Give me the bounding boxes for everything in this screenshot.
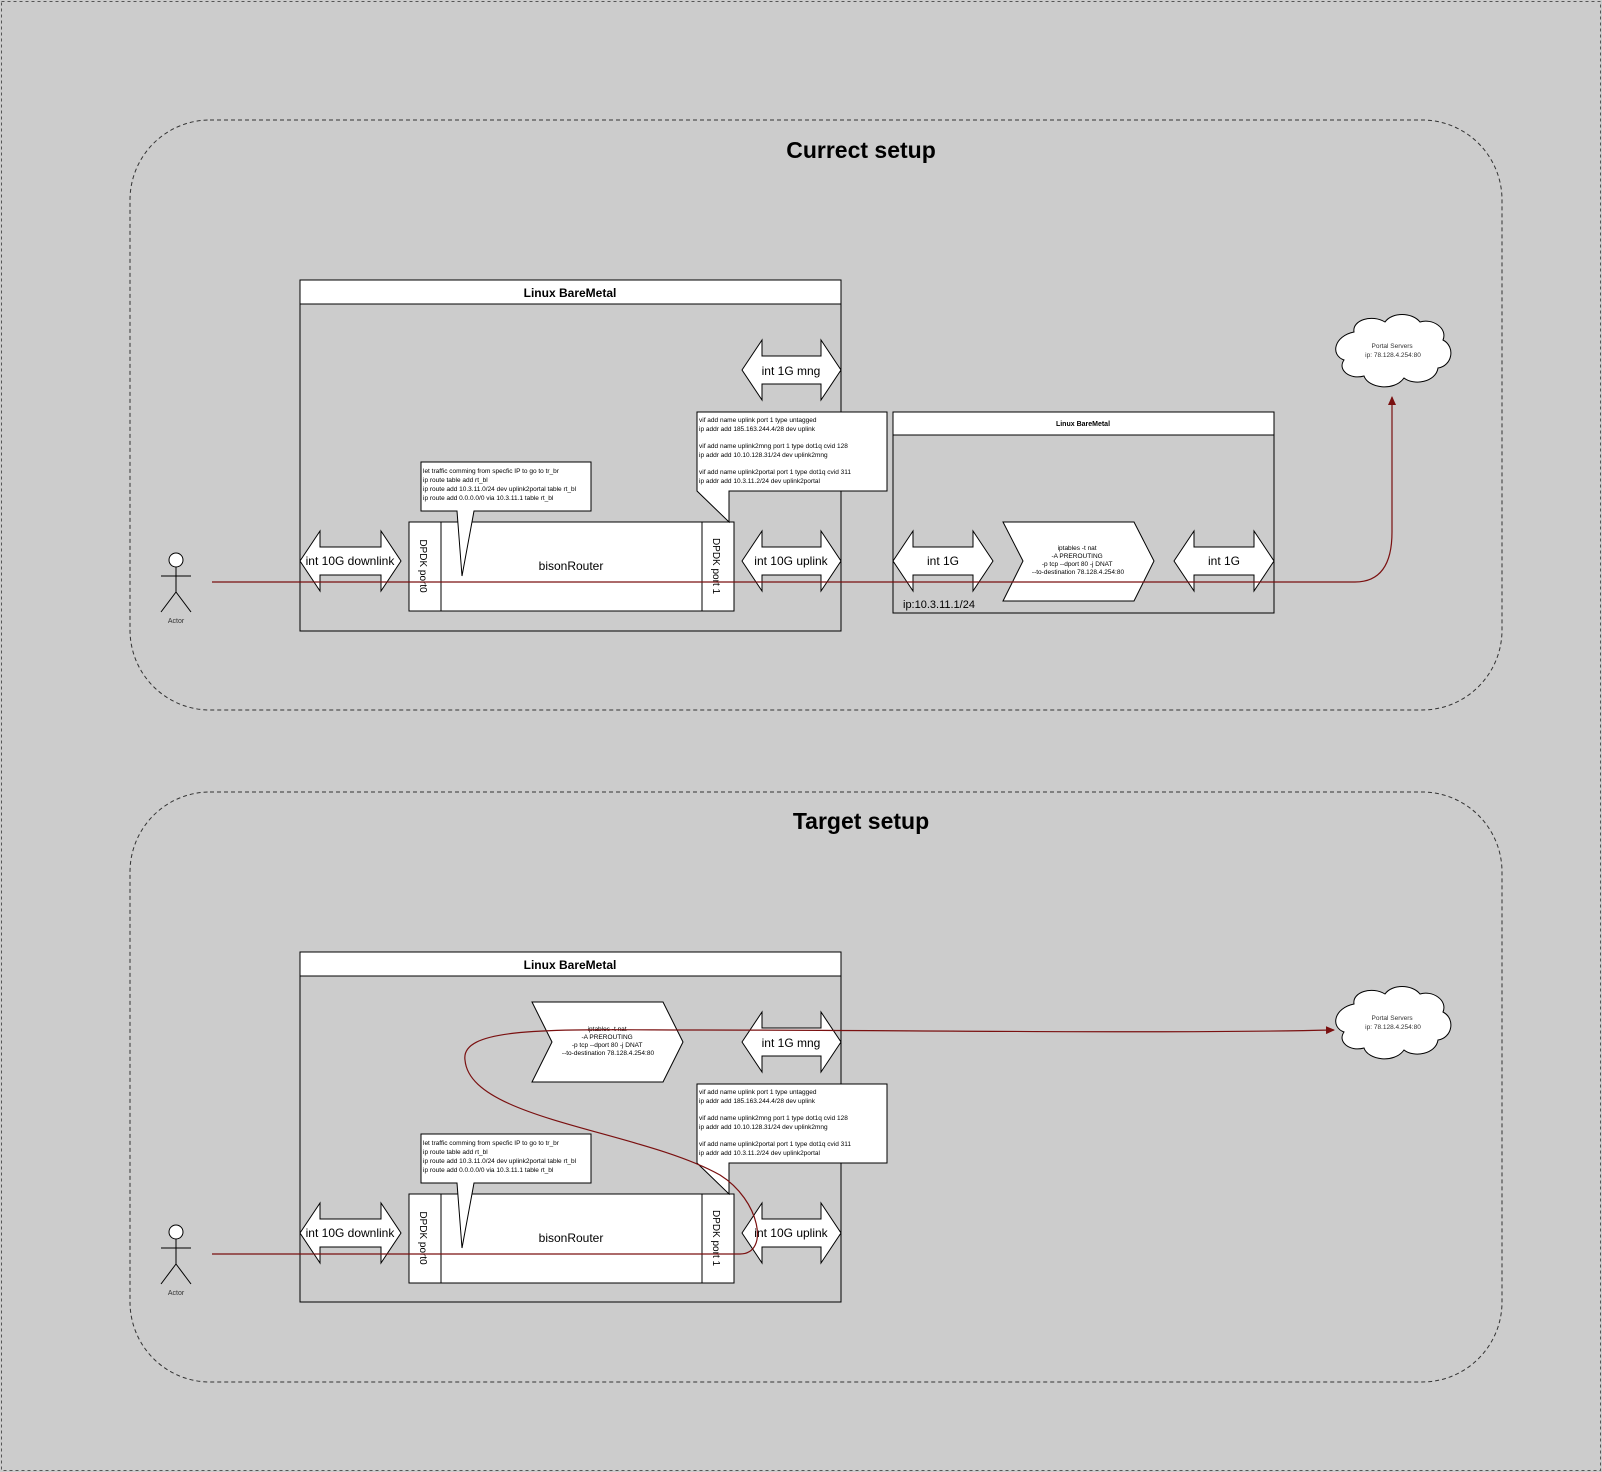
route-note-line: ip route add 10.3.11.0/24 dev uplink2por… — [423, 1158, 577, 1165]
int-1g-right-label: int 1G — [1208, 554, 1240, 568]
int-mng-label: int 1G mng — [762, 1036, 821, 1050]
int-1g-left-label: int 1G — [927, 554, 959, 568]
cloud-line: Portal Servers — [1372, 1015, 1414, 1022]
route-note-line: ip route add 0.0.0.0/0 via 10.3.11.1 tab… — [423, 1167, 554, 1174]
diagram-canvas: Currect setup Linux BareMetal int 1G mng… — [1, 1, 1601, 1471]
route-note-line: ip route add 10.3.11.0/24 dev uplink2por… — [423, 486, 577, 493]
baremetal-title: Linux BareMetal — [524, 958, 617, 972]
target-setup-section: Target setup Linux BareMetal iptables -t… — [129, 791, 1503, 1383]
dpdk-port1-label: DPDK port 1 — [710, 538, 721, 595]
dpdk-port0-label: DPDK port0 — [417, 539, 428, 593]
portal-servers-cloud-icon — [1335, 314, 1452, 388]
current-setup-title: Currect setup — [786, 137, 936, 163]
int-downlink-label: int 10G downlink — [306, 1226, 396, 1240]
actor-label: Actor — [168, 618, 185, 625]
vif-note-line: ip addr add 185.163.244.4/28 dev uplink — [699, 1098, 816, 1105]
vif-note-line: vif add name uplink2portal port 1 type d… — [699, 469, 851, 476]
vif-note-line: vif add name uplink port 1 type untagged — [699, 417, 817, 424]
page-border — [1, 1, 1601, 1471]
target-setup-title: Target setup — [793, 808, 929, 834]
vif-note-line: ip addr add 10.10.128.31/24 dev uplink2m… — [699, 452, 828, 459]
vif-note-line: ip addr add 10.10.128.31/24 dev uplink2m… — [699, 1124, 828, 1131]
int-uplink-label: int 10G uplink — [754, 554, 828, 568]
int-downlink-label: int 10G downlink — [306, 554, 396, 568]
dpdk-port1-label: DPDK port 1 — [710, 1210, 721, 1267]
cloud-line: Portal Servers — [1372, 343, 1414, 350]
cloud-line: ip: 78.128.4.254:80 — [1365, 1024, 1421, 1031]
iptables-line: iptables -t nat — [1058, 545, 1097, 552]
route-note-line: let traffic comming from specfic IP to g… — [423, 468, 560, 475]
ip-label: ip:10.3.11.1/24 — [903, 599, 975, 611]
route-note-line: ip route table add rt_bl — [423, 477, 488, 484]
second-baremetal-title: Linux BareMetal — [1056, 421, 1110, 428]
iptables-line: --to-destination 78.128.4.254:80 — [1032, 569, 1125, 576]
bison-router-label: bisonRouter — [539, 1231, 604, 1245]
vif-note-line: vif add name uplink2mng port 1 type dot1… — [699, 1115, 848, 1122]
cloud-line: ip: 78.128.4.254:80 — [1365, 352, 1421, 359]
actor-icon — [160, 1224, 192, 1285]
route-note-line: ip route add 0.0.0.0/0 via 10.3.11.1 tab… — [423, 495, 554, 502]
vif-note-line: vif add name uplink2portal port 1 type d… — [699, 1141, 851, 1148]
int-uplink-label: int 10G uplink — [754, 1226, 828, 1240]
vif-note-line: ip addr add 10.3.11.2/24 dev uplink2port… — [699, 478, 820, 485]
route-note-line: let traffic comming from specfic IP to g… — [423, 1140, 560, 1147]
portal-servers-cloud-icon — [1335, 986, 1452, 1060]
int-mng-label: int 1G mng — [762, 364, 821, 378]
current-setup-section: Currect setup Linux BareMetal int 1G mng… — [129, 119, 1503, 711]
vif-note-line: vif add name uplink2mng port 1 type dot1… — [699, 443, 848, 450]
vif-note-line: ip addr add 10.3.11.2/24 dev uplink2port… — [699, 1150, 820, 1157]
bison-router-label: bisonRouter — [539, 559, 604, 573]
vif-note-line: vif add name uplink port 1 type untagged — [699, 1089, 817, 1096]
iptables-line: -p tcp --dport 80 -j DNAT — [1042, 561, 1113, 568]
vif-note-line: ip addr add 185.163.244.4/28 dev uplink — [699, 426, 816, 433]
baremetal-title: Linux BareMetal — [524, 286, 617, 300]
iptables-line: -p tcp --dport 80 -j DNAT — [572, 1042, 643, 1049]
actor-icon — [160, 552, 192, 613]
iptables-line: -A PREROUTING — [1051, 553, 1102, 560]
route-note-line: ip route table add rt_bl — [423, 1149, 488, 1156]
dpdk-port0-label: DPDK port0 — [417, 1211, 428, 1265]
iptables-line: -A PREROUTING — [581, 1034, 632, 1041]
iptables-line: --to-destination 78.128.4.254:80 — [562, 1050, 655, 1057]
actor-label: Actor — [168, 1290, 185, 1297]
